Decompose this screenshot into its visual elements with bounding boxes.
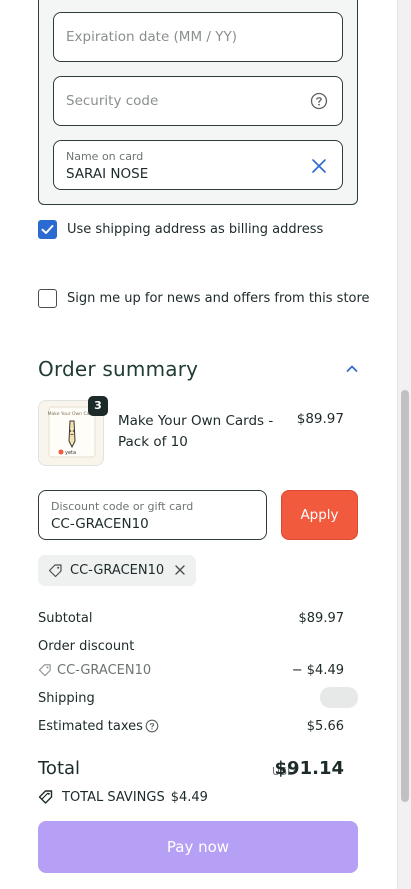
discount-code-value: CC-GRACEN10 [51, 516, 149, 532]
name-on-card-value: SARAI NOSE [66, 166, 149, 182]
info-circle-icon[interactable] [145, 719, 159, 733]
discount-code-field[interactable]: Discount code or gift card CC-GRACEN10 [38, 490, 267, 540]
total-value: $91.14 [274, 758, 344, 779]
item-name: Make Your Own Cards - Pack of 10 [118, 413, 274, 450]
security-code-field[interactable]: Security code [53, 76, 343, 126]
scrollbar-thumb[interactable] [401, 390, 409, 802]
quantity-badge: 3 [88, 396, 108, 416]
order-discount-label: Order discount [38, 639, 135, 654]
discount-amount: − $4.49 [291, 663, 344, 678]
applied-code-chip: CC-GRACEN10 [38, 555, 196, 586]
discount-code-row-text: CC-GRACEN10 [57, 663, 152, 678]
expiration-date-placeholder: Expiration date (MM / YY) [66, 29, 237, 45]
discount-tag-icon [38, 664, 51, 677]
savings-tag-icon [38, 790, 53, 804]
shipping-label: Shipping [38, 691, 95, 706]
newsletter-checkbox[interactable] [38, 289, 57, 308]
order-summary-title: Order summary [38, 357, 199, 381]
total-savings-value: $4.49 [170, 789, 208, 805]
shipping-value-placeholder [320, 687, 358, 708]
apply-button[interactable]: Apply [281, 490, 358, 540]
total-savings-row: TOTAL SAVINGS $4.49 [38, 789, 208, 805]
expiration-date-field[interactable]: Expiration date (MM / YY) [53, 12, 343, 62]
use-shipping-checkbox[interactable] [38, 220, 57, 239]
checkout-page: Expiration date (MM / YY) Security code … [0, 0, 397, 889]
subtotal-value: $89.97 [298, 611, 345, 626]
security-code-placeholder: Security code [66, 93, 159, 109]
tag-icon [48, 564, 62, 578]
discount-code-label: Discount code or gift card [51, 500, 194, 513]
total-label: Total [38, 758, 81, 779]
total-savings-label: TOTAL SAVINGS [62, 789, 165, 805]
chevron-up-icon[interactable] [345, 364, 359, 374]
scrollbar[interactable] [397, 0, 411, 889]
checkmark-icon [41, 225, 54, 234]
applied-code-text: CC-GRACEN10 [70, 563, 165, 578]
product-brand: yeta [65, 450, 76, 456]
name-on-card-field[interactable]: Name on card SARAI NOSE [53, 140, 343, 190]
remove-code-icon[interactable] [173, 563, 187, 577]
pay-now-button[interactable]: Pay now [38, 821, 358, 873]
item-price: $89.97 [296, 411, 344, 427]
subtotal-label: Subtotal [38, 611, 93, 626]
use-shipping-label: Use shipping address as billing address [67, 222, 324, 237]
estimated-taxes-value: $5.66 [306, 719, 344, 734]
newsletter-label: Sign me up for news and offers from this… [67, 291, 370, 306]
name-on-card-label: Name on card [66, 150, 144, 163]
close-icon[interactable] [310, 157, 328, 175]
help-circle-icon[interactable] [310, 92, 328, 110]
estimated-taxes-label: Estimated taxes [38, 719, 143, 734]
